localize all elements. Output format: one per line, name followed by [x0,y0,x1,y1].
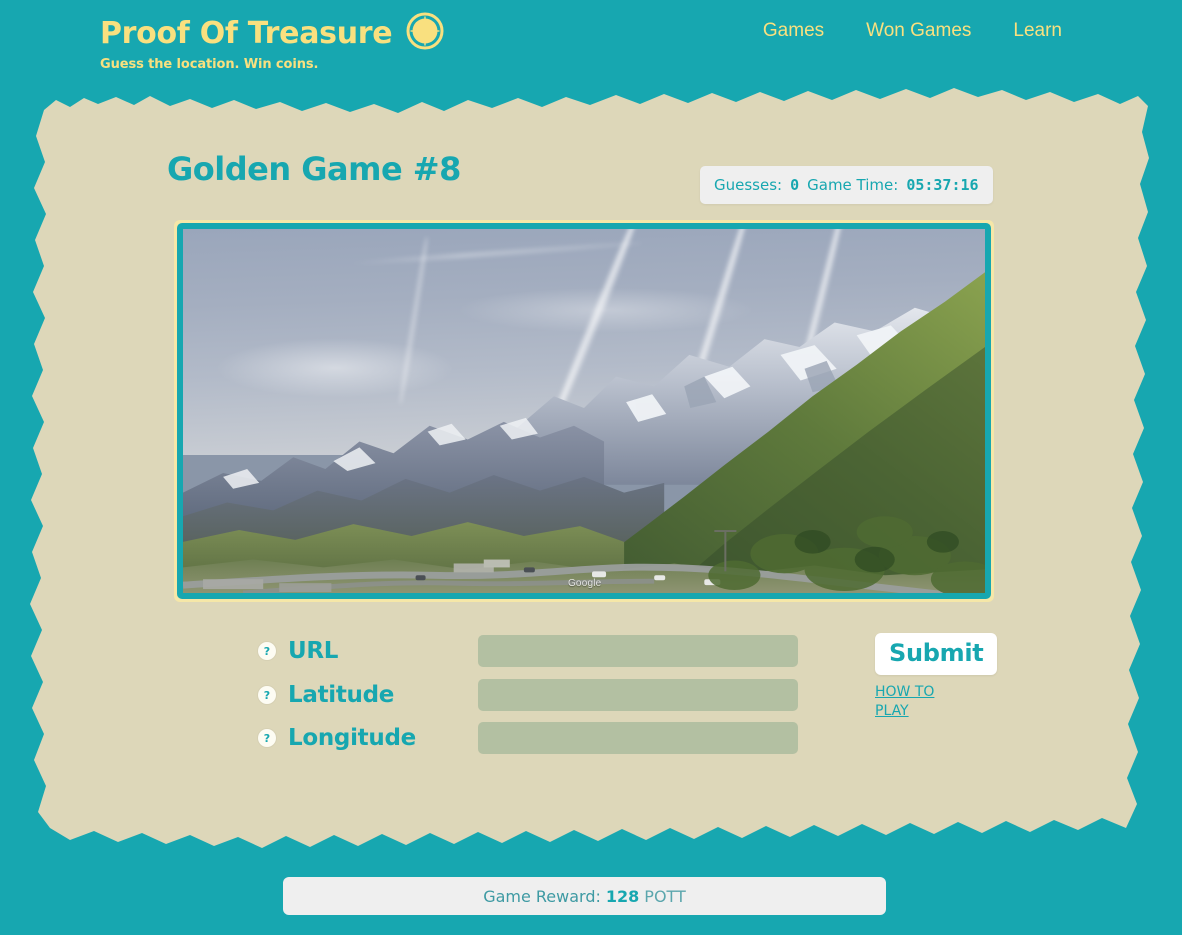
compass-icon [406,12,444,55]
guesses-value: 0 [790,176,800,194]
form-row-longitude: ? Longitude [258,720,858,756]
brand-tagline: Guess the location. Win coins. [100,57,319,72]
longitude-input[interactable] [478,722,798,754]
page-title: Golden Game #8 [167,150,461,188]
main-navigation: Games Won Games Learn [763,20,1062,42]
google-watermark: Google [567,578,602,589]
reward-unit: POTT [644,886,686,906]
street-view-image-frame[interactable]: Google [174,220,994,602]
url-input[interactable] [478,635,798,667]
label-latitude: Latitude [288,682,395,708]
form-row-latitude: ? Latitude [258,677,858,713]
nav-item-learn[interactable]: Learn [1013,20,1062,42]
help-icon-url[interactable]: ? [258,642,276,660]
help-icon-latitude[interactable]: ? [258,686,276,704]
game-reward-bar: Game Reward: 128 POTT [283,877,886,915]
guesses-label: Guesses: [714,176,783,194]
game-time-label: Game Time: [807,176,899,194]
submit-button[interactable]: Submit [875,633,998,675]
game-stats-bar: Guesses: 0 Game Time: 05:37:16 [700,166,993,204]
paper-content: Golden Game #8 Guesses: 0 Game Time: 05:… [30,88,1152,848]
reward-label: Game Reward: [483,886,601,906]
game-time-value: 05:37:16 [906,176,979,194]
how-to-play-link[interactable]: HOW TO PLAY [875,683,941,721]
nav-item-games[interactable]: Games [763,20,824,42]
brand-title: Proof Of Treasure [100,16,393,51]
guess-form: ? URL ? Latitude ? Longitude Submit HOW … [30,633,1152,783]
torn-paper-panel: Golden Game #8 Guesses: 0 Game Time: 05:… [30,88,1152,848]
street-view-image-inner: Google [177,223,991,599]
help-icon-longitude[interactable]: ? [258,729,276,747]
label-url: URL [288,638,339,664]
street-view-photo: Google [183,229,985,593]
latitude-input[interactable] [478,679,798,711]
brand-logo[interactable]: Proof Of Treasure [100,12,444,55]
submit-column: Submit HOW TO PLAY [875,633,1055,721]
nav-item-won-games[interactable]: Won Games [866,20,971,42]
site-header: Proof Of Treasure Guess the location. Wi… [0,0,1182,96]
photo-terrain [183,272,985,593]
form-row-url: ? URL [258,633,858,669]
label-longitude: Longitude [288,725,416,751]
reward-value: 128 [605,886,640,906]
